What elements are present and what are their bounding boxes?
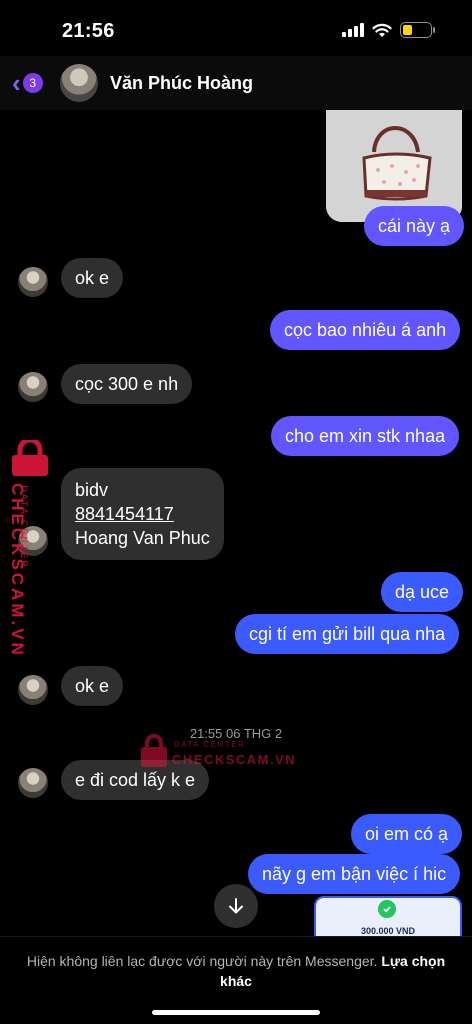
checkscam-watermark: DATA CENTER CHECKSCAM.VN xyxy=(4,440,56,658)
cellular-signal-icon xyxy=(342,23,364,37)
scroll-to-bottom-button[interactable] xyxy=(214,884,258,928)
message-bubble-in[interactable]: cọc 300 e nh xyxy=(61,364,193,404)
account-holder: Hoang Van Phuc xyxy=(75,528,210,548)
message-bubble-out[interactable]: cái này ạ xyxy=(364,206,465,246)
status-bar: 21:56 xyxy=(0,0,472,56)
arrow-down-icon xyxy=(229,898,243,914)
message-bubble-out[interactable]: cho em xin stk nhaa xyxy=(271,416,460,456)
message-bubble-in[interactable]: ok e xyxy=(61,666,124,706)
watermark-subtitle: DATA CENTER xyxy=(174,740,246,749)
home-indicator[interactable] xyxy=(152,1010,320,1015)
message-bubble-in[interactable]: ok e xyxy=(61,258,124,298)
chevron-left-icon: ‹ xyxy=(12,68,21,98)
wifi-icon xyxy=(372,23,392,37)
message-bubble-out[interactable]: cgi tí em gửi bill qua nha xyxy=(235,614,460,654)
bill-amount: 300.000 VND xyxy=(360,926,416,936)
sender-avatar[interactable] xyxy=(18,675,48,705)
message-bubble-out[interactable]: dạ uce xyxy=(381,572,464,612)
message-bubble-out[interactable]: cọc bao nhiêu á anh xyxy=(270,310,461,350)
account-number[interactable]: 8841454117 xyxy=(75,502,210,526)
checkmark-icon xyxy=(378,900,396,918)
message-bubble-out[interactable]: oi em có ạ xyxy=(351,814,463,854)
message-list[interactable]: cái này ạ ok e cọc bao nhiêu á anh cọc 3… xyxy=(0,110,472,948)
contact-avatar[interactable] xyxy=(60,64,98,102)
bank-name: bidv xyxy=(75,480,109,500)
unread-badge: 3 xyxy=(22,73,43,93)
back-button[interactable]: ‹ 3 xyxy=(12,70,43,96)
sender-avatar[interactable] xyxy=(18,267,48,297)
conversation-header: ‹ 3 Văn Phúc Hoàng xyxy=(0,56,472,110)
sender-avatar[interactable] xyxy=(18,768,48,798)
battery-icon xyxy=(400,22,435,38)
watermark-brand: CHECKSCAM.VN xyxy=(8,483,27,658)
status-icons xyxy=(342,22,435,38)
notice-text: Hiện không liên lạc được với người này t… xyxy=(26,953,378,969)
watermark-brand: CHECKSCAM.VN xyxy=(172,752,297,767)
sender-avatar[interactable] xyxy=(18,372,48,402)
status-time: 21:56 xyxy=(62,20,115,42)
padlock-icon xyxy=(12,440,48,476)
unavailable-notice: Hiện không liên lạc được với người này t… xyxy=(24,951,448,991)
bank-account-message[interactable]: bidv 8841454117 Hoang Van Phuc xyxy=(61,468,224,560)
checkscam-watermark: DATA CENTER CHECKSCAM.VN xyxy=(140,730,300,770)
message-bubble-out[interactable]: nãy g em bận việc í hic xyxy=(248,854,461,894)
contact-name[interactable]: Văn Phúc Hoàng xyxy=(110,73,253,94)
padlock-icon xyxy=(141,734,167,767)
